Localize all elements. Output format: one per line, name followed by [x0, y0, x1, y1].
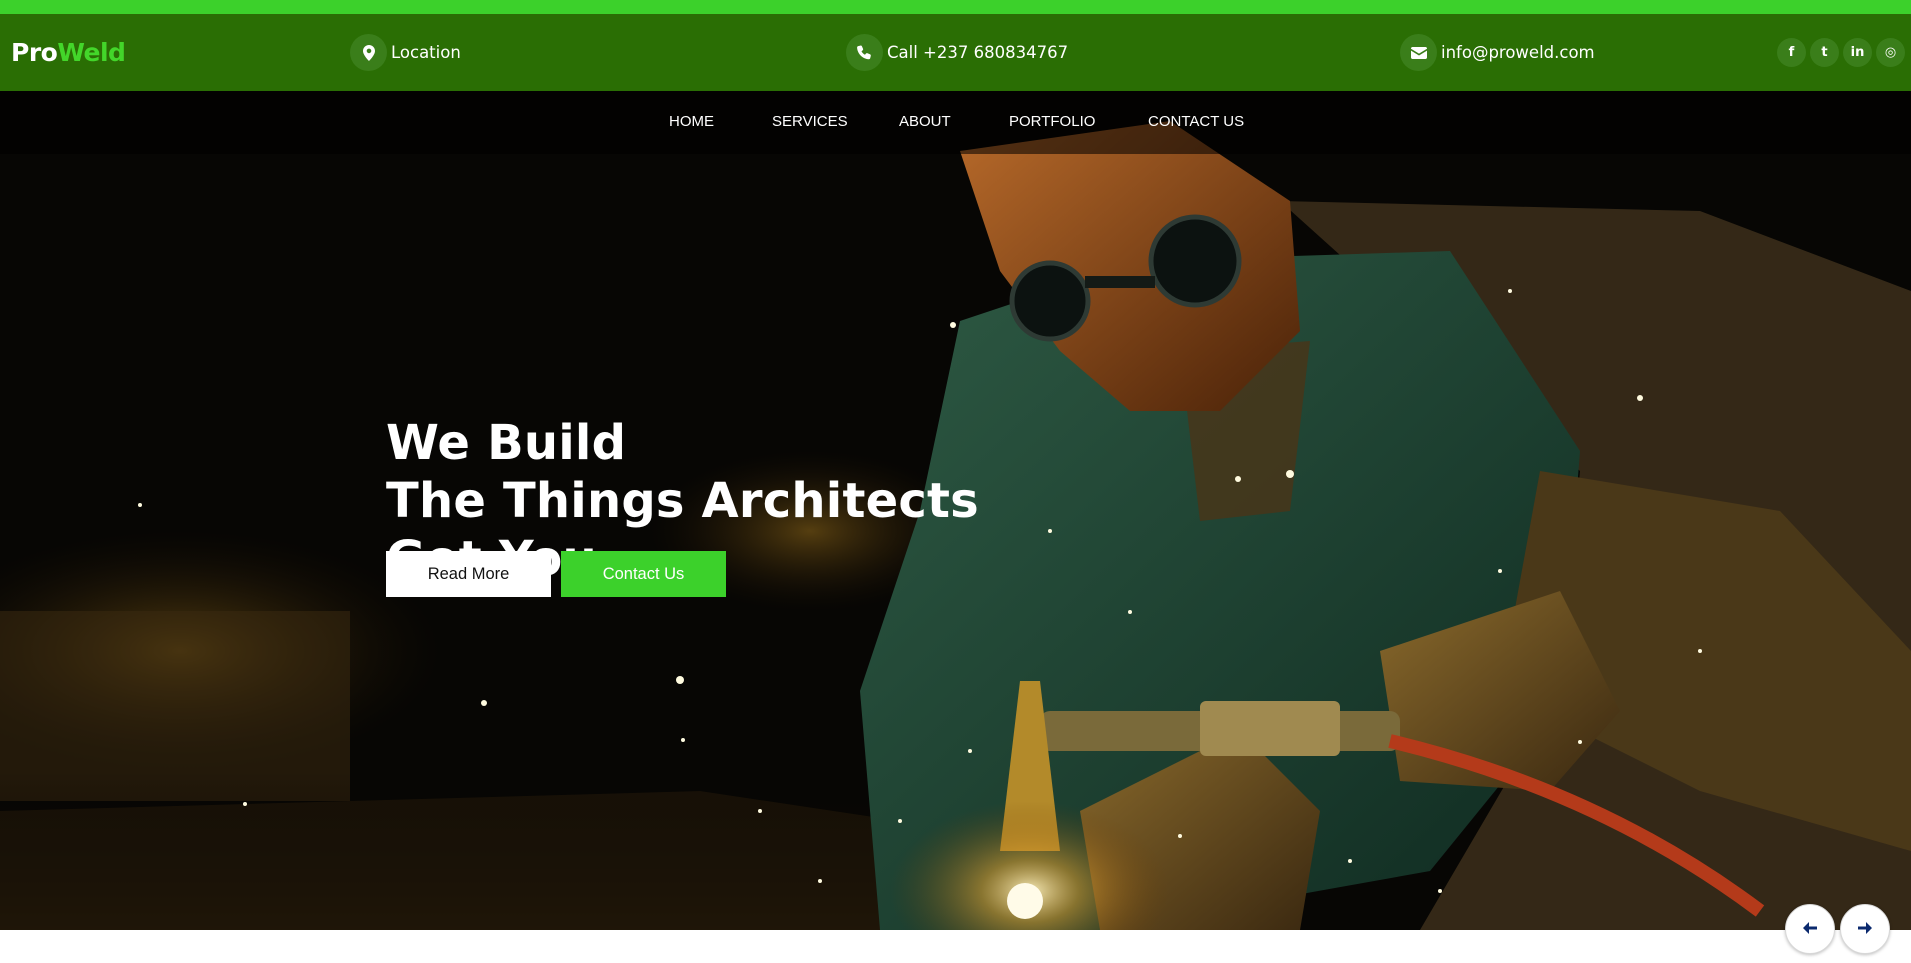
twitter-glyph: t — [1821, 45, 1828, 60]
social-links: f t in ◎ — [1777, 38, 1905, 67]
slider-prev-button[interactable] — [1785, 904, 1835, 954]
top-accent-strip — [0, 0, 1911, 14]
instagram-icon[interactable]: ◎ — [1876, 38, 1905, 67]
read-more-button[interactable]: Read More — [386, 551, 551, 597]
phone-info[interactable]: Call +237 680834767 — [846, 34, 1068, 71]
email-text: info@proweld.com — [1441, 43, 1595, 62]
email-info[interactable]: info@proweld.com — [1400, 34, 1595, 71]
nav-item-portfolio[interactable]: PORTFOLIO — [1009, 113, 1095, 130]
brand-logo[interactable]: ProWeld — [11, 38, 126, 67]
nav-item-about[interactable]: ABOUT — [899, 113, 951, 130]
brand-logo-part-1: Pro — [11, 38, 58, 67]
facebook-glyph: f — [1788, 45, 1795, 60]
contact-us-button[interactable]: Contact Us — [561, 551, 726, 597]
hero-slider: We Build The Things Architects Got You — [0, 91, 1911, 930]
facebook-icon[interactable]: f — [1777, 38, 1806, 67]
linkedin-icon[interactable]: in — [1843, 38, 1872, 67]
envelope-icon — [1400, 34, 1437, 71]
map-marker-icon — [350, 34, 387, 71]
brand-logo-part-2: Weld — [57, 38, 126, 67]
phone-text: Call +237 680834767 — [887, 43, 1069, 62]
hero-heading-line-1: We Build — [386, 415, 627, 471]
location-text: Location — [391, 43, 461, 62]
top-info-bar: ProWeld Location Call +237 680834767 inf… — [0, 14, 1911, 91]
instagram-glyph: ◎ — [1884, 45, 1897, 60]
twitter-icon[interactable]: t — [1810, 38, 1839, 67]
nav-item-home[interactable]: HOME — [669, 113, 714, 130]
arrow-right-icon — [1858, 921, 1872, 937]
nav-item-contact-us[interactable]: CONTACT US — [1148, 113, 1244, 130]
arrow-left-icon — [1803, 921, 1817, 937]
slider-next-button[interactable] — [1840, 904, 1890, 954]
nav-item-services[interactable]: SERVICES — [772, 113, 848, 130]
main-nav: HOME SERVICES ABOUT PORTFOLIO CONTACT US — [0, 91, 1911, 154]
phone-icon — [846, 34, 883, 71]
hero-heading-line-2: The Things Architects — [386, 473, 979, 529]
linkedin-glyph: in — [1850, 45, 1865, 60]
location-info[interactable]: Location — [350, 34, 461, 71]
